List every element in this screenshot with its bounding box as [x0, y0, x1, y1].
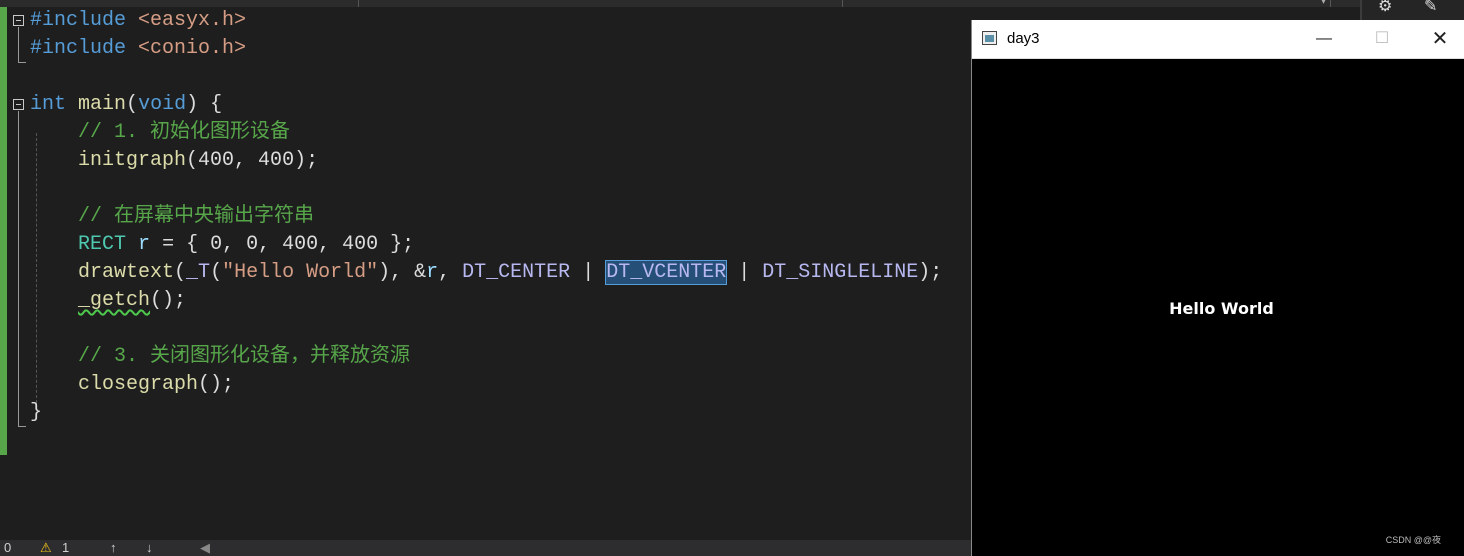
scope-dropdown[interactable]	[360, 0, 843, 7]
fold-line	[18, 111, 19, 427]
fold-line-end	[18, 426, 26, 427]
scroll-left-icon[interactable]: ◀	[200, 540, 210, 556]
code-line: RECT r = { 0, 0, 400, 400 };	[78, 233, 415, 256]
project-dropdown[interactable]	[0, 0, 359, 7]
window-titlebar[interactable]: day3 — ☐ ✕	[972, 20, 1464, 59]
fold-line-end	[18, 62, 26, 63]
source-code[interactable]: #include <easyx.h> #include <conio.h> int…	[30, 7, 942, 427]
member-dropdown[interactable]: ▾	[845, 0, 1331, 7]
tool-panel-strip: ⚙ ✎	[1360, 0, 1464, 20]
selected-text[interactable]: DT_VCENTER	[605, 260, 728, 285]
change-indicator	[0, 7, 7, 455]
code-line: int main(void) {	[30, 93, 223, 116]
watermark: CSDN @@夜	[1385, 535, 1441, 545]
fold-toggle-includes[interactable]	[13, 15, 24, 26]
edit-icon[interactable]: ✎	[1424, 0, 1437, 16]
code-line: _getch();	[78, 289, 187, 312]
arrow-down-icon[interactable]: ↓	[146, 540, 153, 556]
minimize-button[interactable]: —	[1302, 26, 1346, 52]
chevron-down-icon[interactable]: ▾	[1321, 0, 1326, 7]
warning-count[interactable]: 1	[62, 540, 69, 556]
graphics-window[interactable]: day3 — ☐ ✕ Hello World CSDN @@夜	[971, 20, 1464, 556]
code-line: #include <conio.h>	[30, 37, 247, 60]
gear-icon[interactable]: ⚙	[1378, 0, 1392, 16]
fold-line	[18, 27, 19, 63]
arrow-up-icon[interactable]: ↑	[110, 540, 117, 556]
window-title: day3	[1007, 30, 1040, 47]
code-line: initgraph(400, 400);	[78, 149, 319, 172]
code-line: // 在屏幕中央输出字符串	[78, 205, 315, 228]
code-line: // 3. 关闭图形化设备，并释放资源	[78, 345, 411, 368]
code-editor[interactable]: #include <easyx.h> #include <conio.h> int…	[0, 7, 972, 540]
navigation-bar: ▾	[0, 0, 1360, 7]
warning-squiggle[interactable]: _getch	[78, 289, 150, 312]
close-button[interactable]: ✕	[1418, 26, 1462, 52]
maximize-button[interactable]: ☐	[1360, 26, 1404, 52]
error-count[interactable]: 0	[4, 540, 11, 556]
code-line: #include <easyx.h>	[30, 9, 247, 32]
fold-toggle-main[interactable]	[13, 99, 24, 110]
app-icon	[982, 31, 997, 45]
code-line: }	[30, 401, 43, 424]
hello-world-text: Hello World	[1169, 299, 1274, 318]
warning-icon[interactable]: ⚠	[40, 540, 52, 556]
code-line: drawtext(_T("Hello World"), &r, DT_CENTE…	[78, 260, 943, 285]
status-bar: 0 ⚠ 1 ↑ ↓ ◀	[0, 540, 972, 556]
code-line: // 1. 初始化图形设备	[78, 121, 291, 144]
code-line: closegraph();	[78, 373, 235, 396]
